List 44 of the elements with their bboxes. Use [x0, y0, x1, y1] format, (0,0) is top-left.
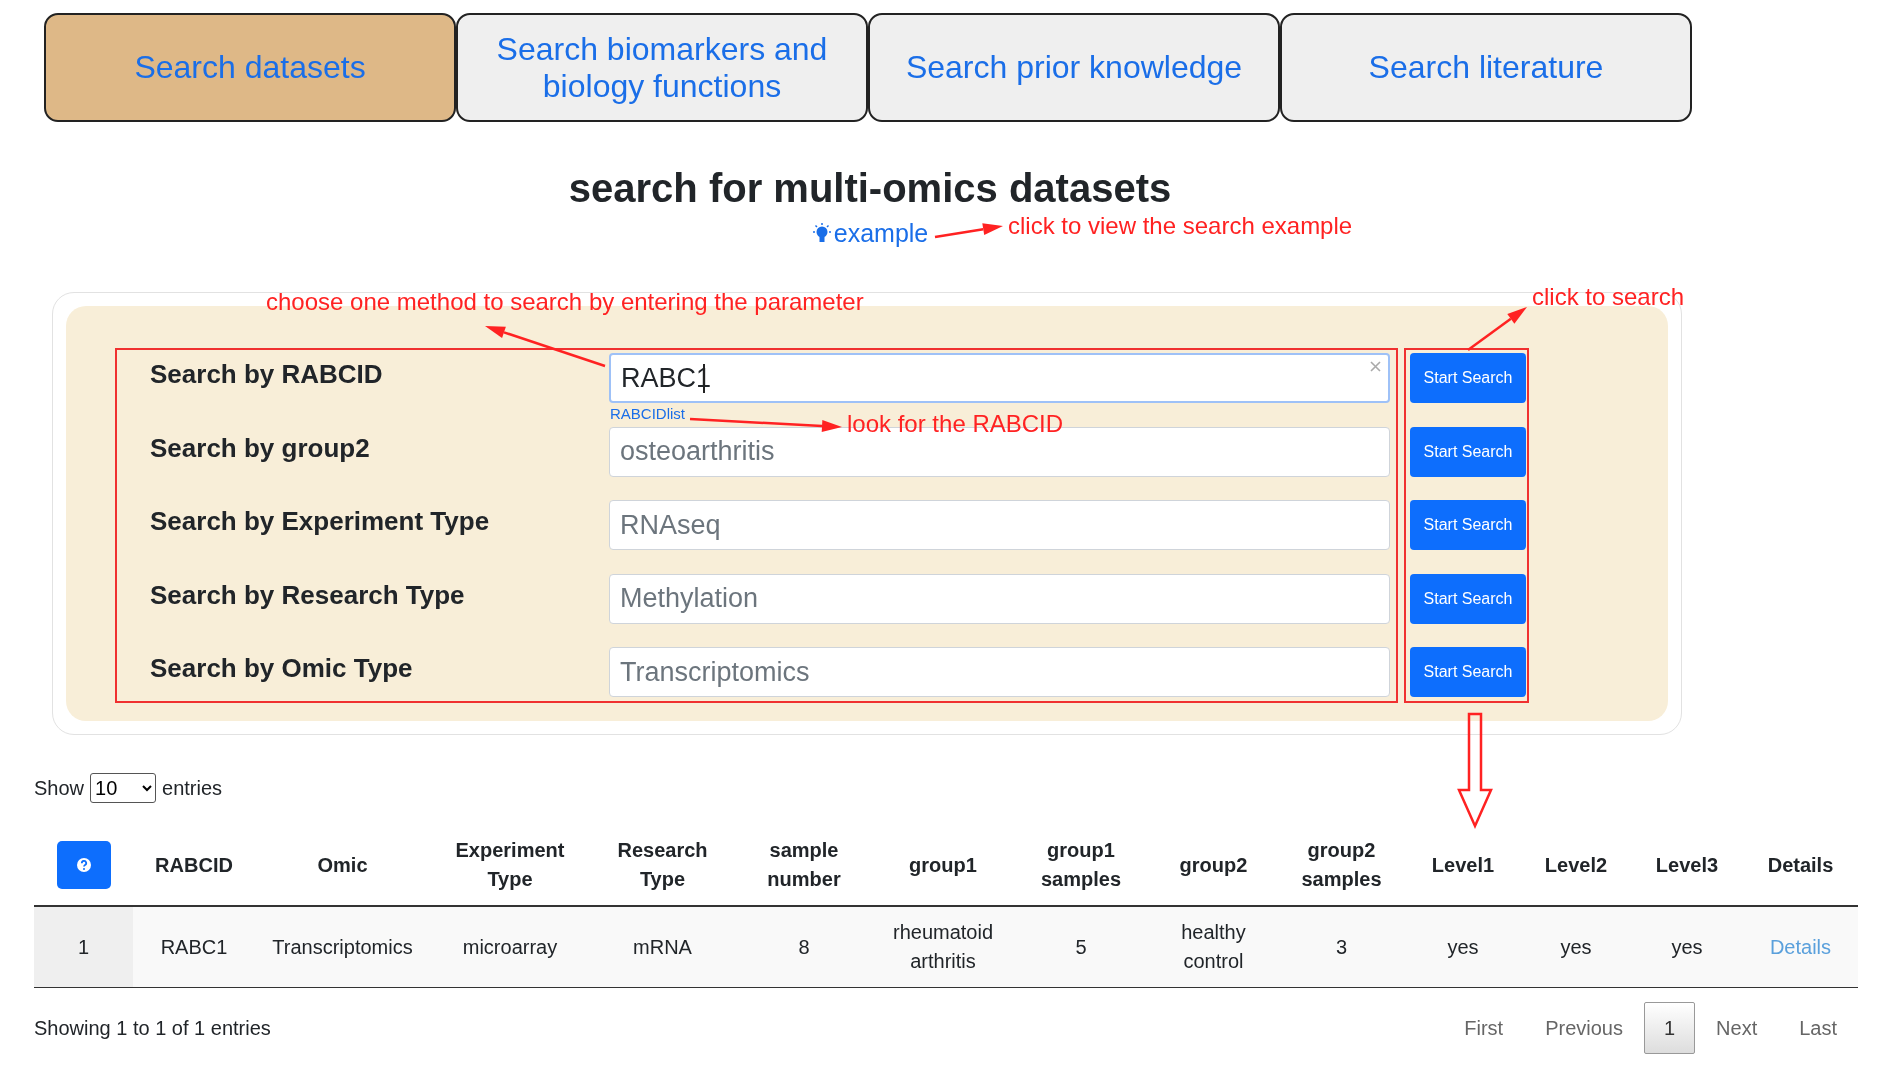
pagination-button[interactable]: First — [1443, 1002, 1525, 1054]
list-link[interactable]: RABCIDlist — [610, 405, 685, 422]
search-label: Search by RABCID — [150, 359, 383, 389]
table-cell: rheumatoid arthritis — [873, 906, 1013, 988]
table-cell: yes — [1631, 906, 1743, 988]
page-title: search for multi-omics datasets — [567, 166, 1173, 211]
table-cell: 5 — [1013, 906, 1149, 988]
table-cell: mRNA — [590, 906, 735, 988]
pagination-button[interactable]: Next — [1695, 1002, 1779, 1054]
nav-tab[interactable]: Search biomarkers and biology functions — [456, 13, 868, 122]
start-search-button[interactable]: Start Search — [1410, 647, 1526, 697]
pagination-button[interactable]: 1 — [1643, 1002, 1696, 1054]
table-cell: RABC1 — [133, 906, 255, 988]
show-label: Show — [34, 776, 85, 800]
row-number: 1 — [34, 906, 133, 988]
annotation-text: click to view the search example — [1008, 212, 1353, 240]
table-cell: 8 — [735, 906, 873, 988]
search-label: Search by group2 — [150, 432, 370, 463]
table-cell: microarray — [430, 906, 590, 988]
table-cell: Transcriptomics — [255, 906, 430, 988]
table-cell: yes — [1521, 906, 1631, 988]
start-search-button[interactable]: Start Search — [1410, 573, 1526, 624]
pagination-button[interactable]: Last — [1778, 1002, 1858, 1054]
start-search-button[interactable]: Start Search — [1410, 500, 1526, 550]
search-label: Search by Research Type — [150, 579, 465, 610]
search-label: Search by Experiment Type — [150, 506, 490, 536]
table-cell: yes — [1405, 906, 1521, 988]
search-field[interactable]: Transcriptomics — [609, 647, 1390, 697]
table-cell: 3 — [1278, 906, 1405, 988]
table-cell: healthy control — [1149, 906, 1278, 988]
start-search-button[interactable]: Start Search — [1410, 426, 1526, 477]
pagination-button[interactable]: Previous — [1524, 1002, 1644, 1054]
search-field[interactable]: Methylation — [609, 573, 1390, 624]
table-info: Showing 1 to 1 of 1 entries — [34, 1016, 271, 1040]
annotation-text: click to search — [1532, 283, 1685, 311]
entries-select[interactable]: 10 — [90, 773, 157, 803]
nav-tab[interactable]: Search prior knowledge — [868, 13, 1280, 122]
nav-tab[interactable]: Search literature — [1280, 13, 1692, 122]
search-label: Search by Omic Type — [150, 653, 413, 683]
start-search-button[interactable]: Start Search — [1410, 353, 1526, 403]
example-link[interactable]: example — [833, 219, 929, 248]
annotation-text: choose one method to search by entering the parameter — [266, 288, 864, 316]
entries-label: entries — [162, 776, 223, 800]
search-field[interactable]: RNAseq — [609, 500, 1390, 550]
